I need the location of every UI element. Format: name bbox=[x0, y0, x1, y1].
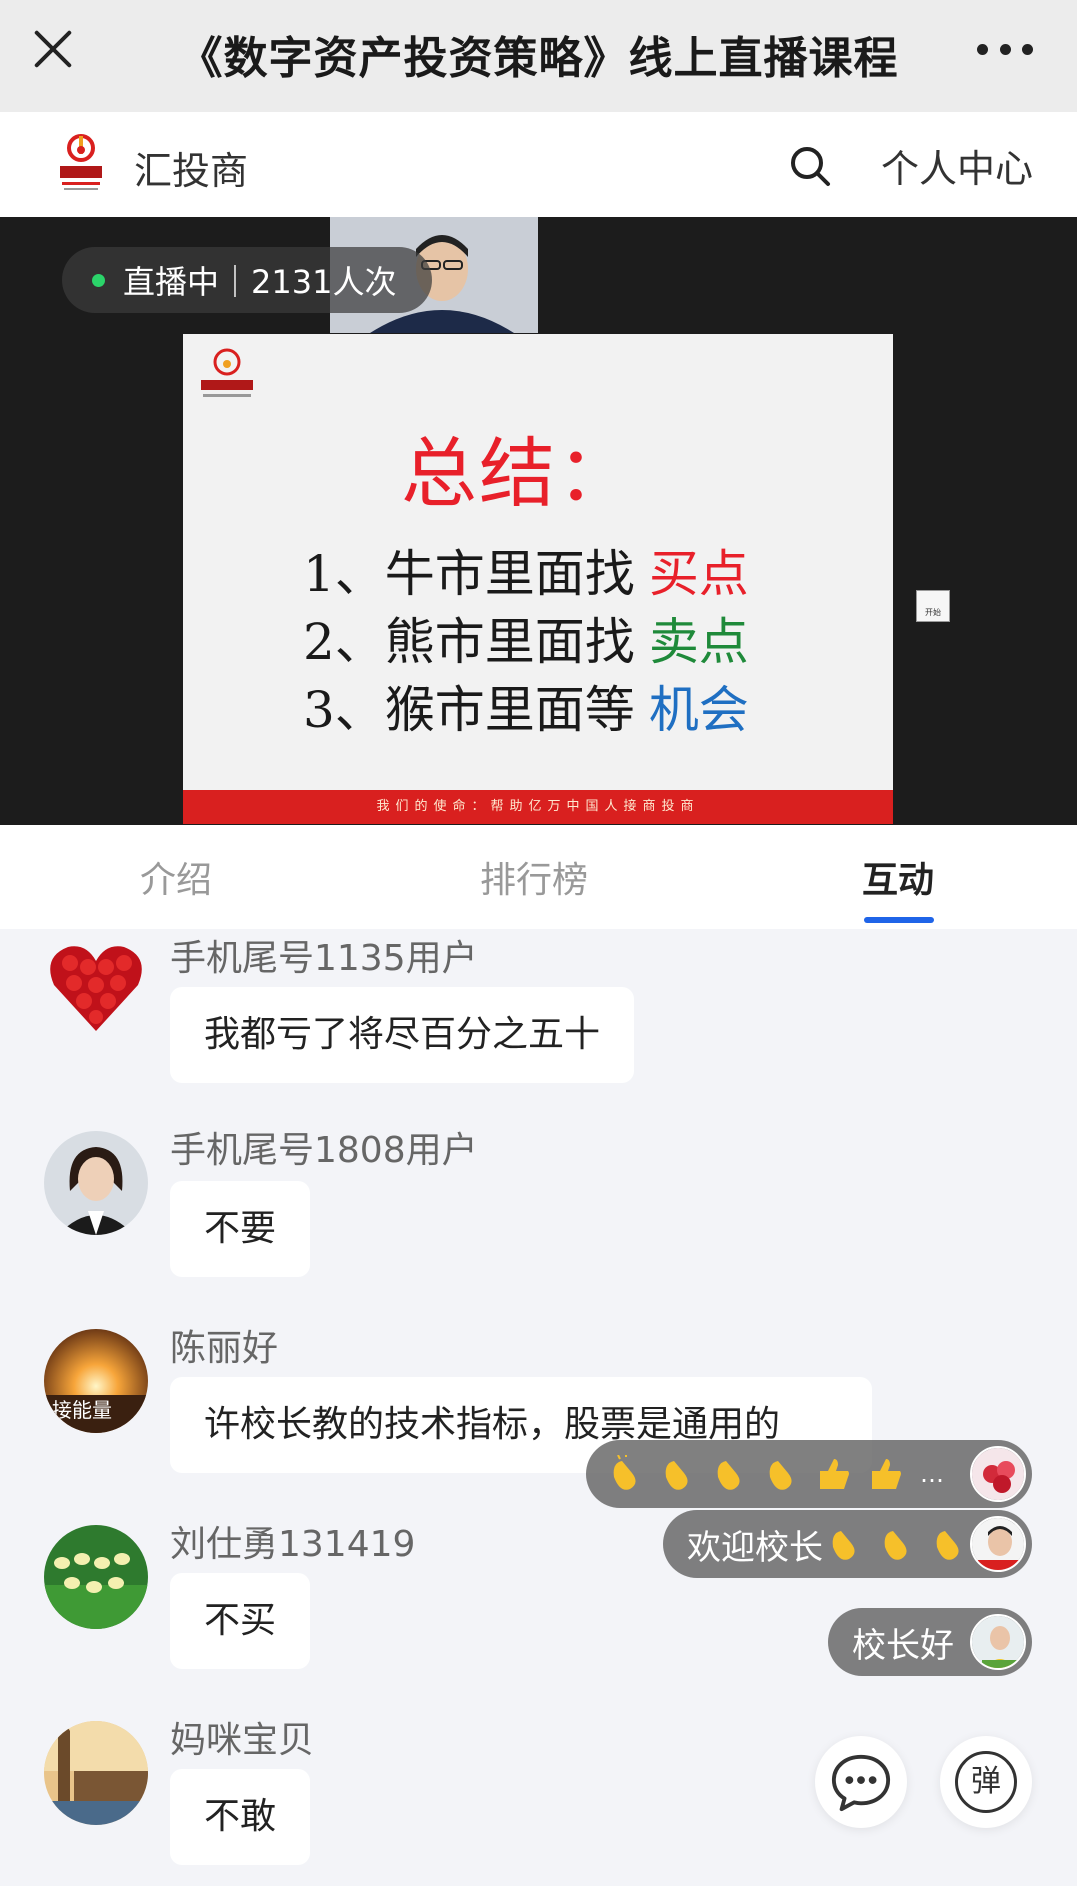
slide-line-text: 3、猴市里面等 bbox=[303, 681, 635, 739]
live-video-player[interactable]: 直播中｜2131人次 总结： 1、牛市里面找 买点 2、熊市里面找 卖点 3、猴市里… bbox=[0, 217, 1077, 825]
chat-username: 刘仕勇131419 bbox=[170, 1524, 416, 1565]
search-icon[interactable] bbox=[786, 142, 834, 190]
clap-icon bbox=[608, 1454, 644, 1493]
presentation-slide: 总结： 1、牛市里面找 买点 2、熊市里面找 卖点 3、猴市里面等 机会 我们的使命：… bbox=[183, 334, 893, 824]
avatar bbox=[44, 1131, 148, 1235]
tab-interaction[interactable]: 互动 bbox=[862, 851, 934, 903]
chat-username: 妈咪宝贝 bbox=[170, 1720, 315, 1761]
floating-comment-text: 校长好 bbox=[852, 1625, 954, 1666]
brand-name: 汇投商 bbox=[134, 149, 249, 193]
chat-username: 手机尾号1135用户 bbox=[170, 938, 478, 979]
slide-start-button[interactable]: 开始 bbox=[916, 590, 950, 622]
thumbs-up-icon bbox=[868, 1455, 904, 1493]
thumbs-up-icon bbox=[816, 1455, 852, 1493]
clap-icon bbox=[712, 1455, 748, 1493]
slide-line-highlight: 卖点 bbox=[648, 613, 749, 671]
floating-comment-text: 欢迎校长 bbox=[687, 1527, 823, 1568]
avatar bbox=[44, 1525, 148, 1629]
avatar bbox=[44, 935, 148, 1039]
live-status-badge: 直播中｜2131人次 bbox=[62, 247, 433, 313]
slide-line-text: 1、牛市里面找 bbox=[303, 545, 635, 603]
floating-comment: … bbox=[586, 1440, 1032, 1508]
slide-line-text: 2、熊市里面找 bbox=[303, 613, 635, 671]
slide-logo-icon bbox=[197, 346, 257, 406]
clap-icon bbox=[660, 1455, 696, 1493]
chat-bubble: 我都亏了将尽百分之五十 bbox=[170, 987, 635, 1083]
danmu-toggle-button[interactable]: 弹 bbox=[940, 1736, 1032, 1828]
page-title: 《数字资产投资策略》线上直播课程 bbox=[178, 33, 899, 84]
commenter-avatar bbox=[970, 1516, 1026, 1572]
tab-bar: 介绍 排行榜 互动 bbox=[0, 825, 1077, 929]
slide-line-2: 2、熊市里面找 卖点 bbox=[303, 602, 749, 674]
slide-line-highlight: 买点 bbox=[648, 545, 749, 603]
slide-line-highlight: 机会 bbox=[648, 681, 749, 739]
brand-logo-icon bbox=[58, 132, 104, 194]
clap-icon bbox=[764, 1455, 800, 1493]
brand-header: 汇投商 个人中心 bbox=[0, 112, 1077, 217]
profile-center-link[interactable]: 个人中心 bbox=[881, 138, 1033, 193]
tab-intro[interactable]: 介绍 bbox=[140, 851, 212, 903]
slide-line-1: 1、牛市里面找 买点 bbox=[303, 534, 749, 606]
slide-title: 总结： bbox=[401, 429, 635, 518]
avatar: 接能量 bbox=[44, 1329, 148, 1433]
tab-ranking[interactable]: 排行榜 bbox=[480, 851, 588, 903]
chat-bubble-icon bbox=[831, 1754, 891, 1812]
close-icon[interactable] bbox=[30, 26, 76, 72]
chat-bubble: 不要 bbox=[170, 1181, 311, 1277]
live-indicator-icon bbox=[92, 273, 105, 287]
more-options-icon[interactable] bbox=[977, 42, 1033, 56]
floating-comment-ellipsis: … bbox=[920, 1460, 944, 1488]
avatar bbox=[44, 1721, 148, 1825]
avatar-caption: 接能量 bbox=[52, 1398, 112, 1422]
slide-footer: 我们的使命：帮助亿万中国人接商投商 bbox=[183, 790, 893, 824]
clap-icon bbox=[879, 1525, 915, 1563]
chat-bubble: 不敢 bbox=[170, 1769, 311, 1865]
comment-button[interactable] bbox=[815, 1736, 907, 1828]
clap-icon bbox=[931, 1525, 967, 1563]
slide-line-3: 3、猴市里面等 机会 bbox=[303, 670, 749, 742]
active-tab-indicator bbox=[864, 917, 934, 923]
floating-comment: 欢迎校长 bbox=[663, 1510, 1032, 1578]
live-status-text: 直播中｜2131人次 bbox=[123, 263, 397, 301]
chat-list[interactable]: 手机尾号1135用户 我都亏了将尽百分之五十 手机尾号1808用户 不要 接能量… bbox=[0, 929, 1077, 1886]
commenter-avatar bbox=[970, 1614, 1026, 1670]
floating-comment: 校长好 bbox=[828, 1608, 1032, 1676]
title-bar: 《数字资产投资策略》线上直播课程 bbox=[0, 0, 1077, 112]
danmu-label: 弹 bbox=[955, 1751, 1017, 1813]
chat-bubble: 不买 bbox=[170, 1573, 311, 1669]
commenter-avatar bbox=[970, 1446, 1026, 1502]
clap-icon bbox=[827, 1525, 863, 1563]
chat-username: 陈丽好 bbox=[170, 1328, 279, 1369]
chat-username: 手机尾号1808用户 bbox=[170, 1130, 478, 1171]
